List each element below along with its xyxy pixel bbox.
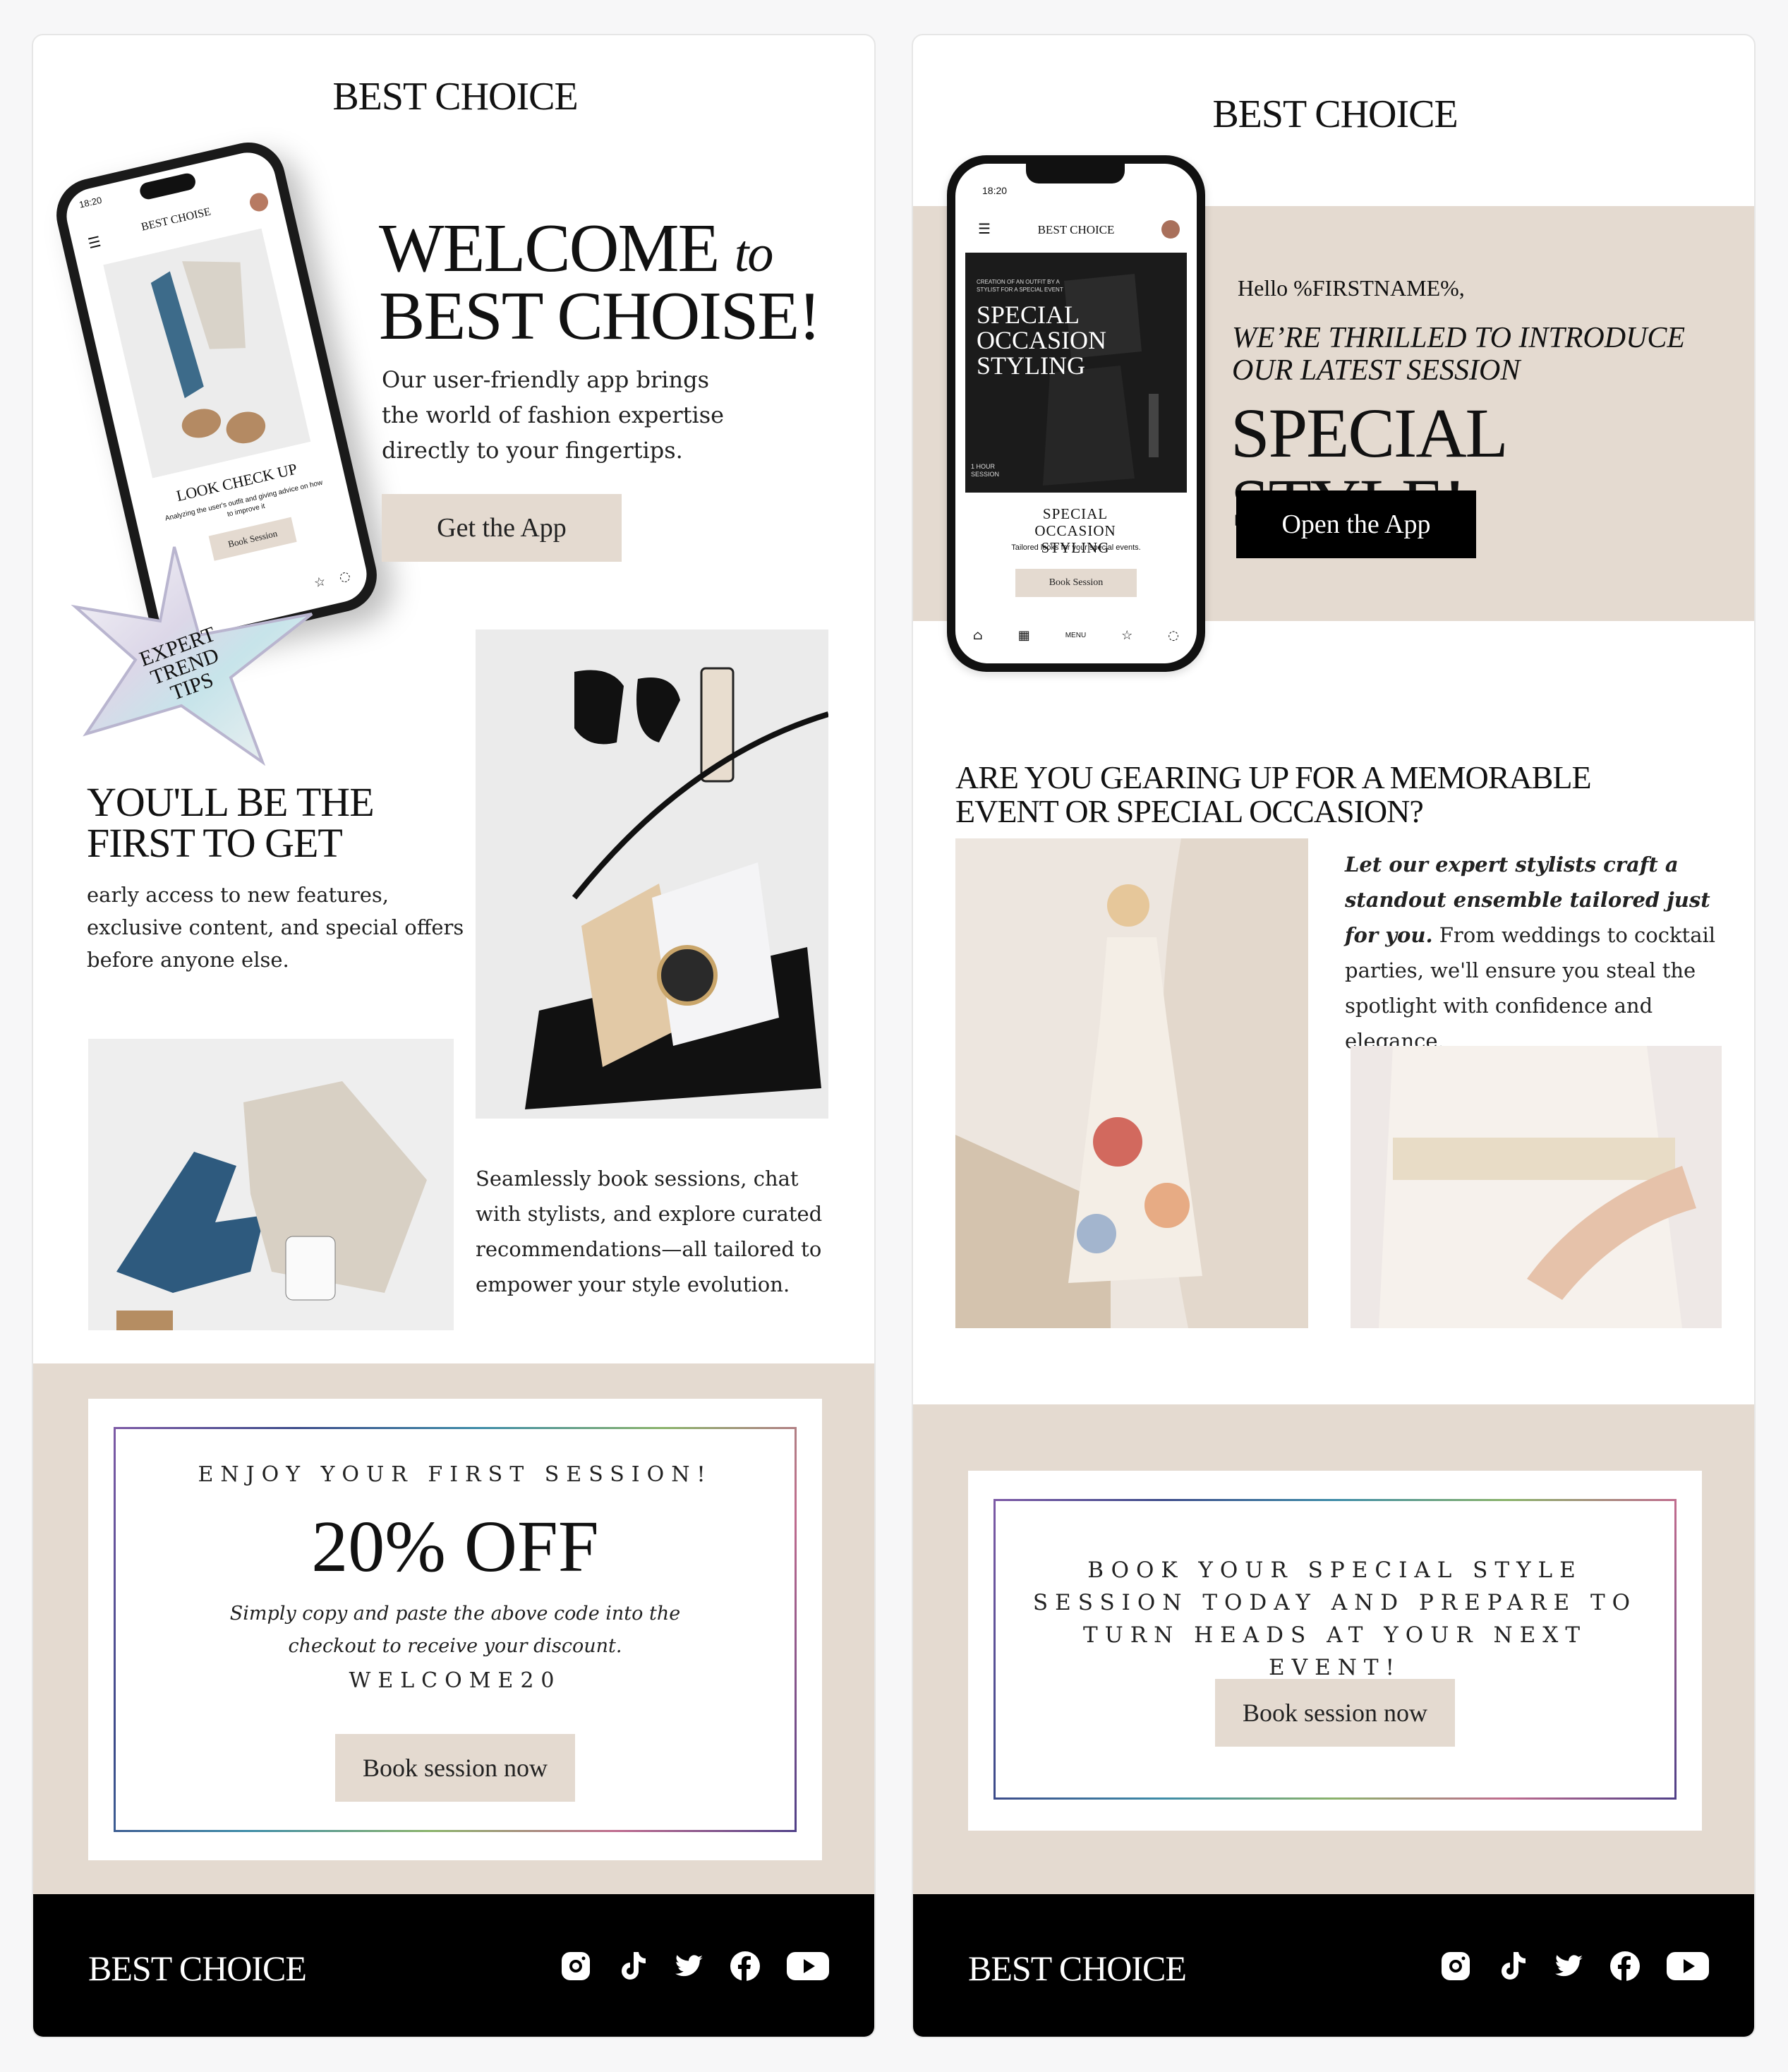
phone-time: 18:20 xyxy=(78,194,103,210)
social-links xyxy=(559,1949,831,1983)
hero-title-line2: BEST CHOISE! xyxy=(379,278,821,354)
special-style-email: BEST CHOICE 18:20 ☰ BEST CHOICE CREATION… xyxy=(912,34,1756,2038)
footer: BEST CHOICE xyxy=(913,1894,1754,2037)
hero-intro: WE’RE THRILLED TO INTRODUCE OUR LATEST S… xyxy=(1232,322,1686,387)
user-icon[interactable]: ◌ xyxy=(1168,628,1179,643)
seamless-body: Seamlessly book sessions, chat with styl… xyxy=(476,1167,823,1296)
card-subtitle: Tailored looks for your special events. xyxy=(1011,543,1141,552)
welcome-email: BEST CHOICE 18:20 ☰ BEST CHOISE LOOK CHE… xyxy=(32,34,876,2038)
footer-brand: BEST CHOICE xyxy=(968,1948,1187,1988)
grid-icon[interactable]: ▦ xyxy=(1018,628,1030,643)
promo-code[interactable]: WELCOME20 xyxy=(88,1668,822,1693)
promo-note: Simply copy and paste the above code int… xyxy=(229,1603,681,1657)
styling-photo: CREATION OF AN OUTFIT BY A STYLIST FOR A… xyxy=(965,253,1187,493)
greeting: Hello %FIRSTNAME%, xyxy=(1238,275,1465,301)
handbag-flatlay-photo xyxy=(476,630,828,1119)
phone-bottom-nav: ⌂ ▦ MENU ☆ ◌ xyxy=(955,628,1197,643)
hero-title-line1: WELCOME xyxy=(379,210,720,287)
photo-title: SPECIAL OCCASION STYLING xyxy=(977,301,1107,380)
hero-body: Our user-friendly app brings the world o… xyxy=(382,366,725,464)
promo-card: BOOK YOUR SPECIAL STYLE SESSION TODAY AN… xyxy=(968,1471,1702,1831)
phone-book-button[interactable]: Book Session xyxy=(1015,569,1137,597)
tiktok-icon[interactable] xyxy=(615,1949,649,1983)
twitter-icon[interactable] xyxy=(1552,1949,1585,1983)
phone-time: 18:20 xyxy=(982,185,1008,196)
facebook-icon[interactable] xyxy=(728,1949,762,1983)
outfit-photo xyxy=(103,228,311,478)
brand-logo: BEST CHOICE xyxy=(332,75,578,119)
photo-caption: CREATION OF AN OUTFIT BY A STYLIST FOR A… xyxy=(977,279,1063,293)
hero-title-to: to xyxy=(734,225,774,283)
lace-dress-photo xyxy=(1351,1046,1722,1328)
footer-brand: BEST CHOICE xyxy=(88,1948,307,1988)
nav-menu[interactable]: MENU xyxy=(1065,632,1086,639)
youtube-icon[interactable] xyxy=(1665,1949,1711,1983)
instagram-icon[interactable] xyxy=(559,1949,593,1983)
get-app-button[interactable]: Get the App xyxy=(382,494,622,562)
twitter-icon[interactable] xyxy=(672,1949,706,1983)
photo-session: 1 HOUR SESSION xyxy=(971,463,1000,478)
promo-kicker: ENJOY YOUR FIRST SESSION! xyxy=(198,1462,713,1487)
home-icon[interactable]: ⌂ xyxy=(973,628,983,643)
book-session-button[interactable]: Book session now xyxy=(1215,1679,1455,1747)
first-to-get-body: early access to new features, exclusive … xyxy=(87,883,464,972)
promo-card: ENJOY YOUR FIRST SESSION! 20% OFF Simply… xyxy=(88,1399,822,1860)
facebook-icon[interactable] xyxy=(1608,1949,1642,1983)
open-app-button[interactable]: Open the App xyxy=(1236,490,1476,558)
avatar[interactable] xyxy=(1161,220,1180,239)
footer: BEST CHOICE xyxy=(33,1894,874,2037)
promo-headline: 20% OFF xyxy=(311,1506,599,1587)
book-session-button[interactable]: Book session now xyxy=(335,1734,575,1802)
youtube-icon[interactable] xyxy=(785,1949,831,1983)
phone-mockup: 18:20 ☰ BEST CHOICE CREATION OF AN OUTFI… xyxy=(947,155,1205,672)
instagram-icon[interactable] xyxy=(1439,1949,1473,1983)
stylist-copy: Let our expert stylists craft a standout… xyxy=(1345,847,1740,1059)
brand-logo: BEST CHOICE xyxy=(1212,92,1458,136)
promo-text: BOOK YOUR SPECIAL STYLE SESSION TODAY AN… xyxy=(1032,1558,1638,1680)
phone-brand: BEST CHOICE xyxy=(1037,223,1115,236)
social-links xyxy=(1439,1949,1711,1983)
expert-tips-sticker: EXPERT TREND TIPS xyxy=(51,529,347,783)
star-icon[interactable]: ☆ xyxy=(1121,628,1132,643)
question-heading: ARE YOU GEARING UP FOR A MEMORABLE EVENT… xyxy=(955,759,1592,829)
first-to-get-title: YOU'LL BE THE FIRST TO GET xyxy=(87,779,375,866)
tiktok-icon[interactable] xyxy=(1495,1949,1529,1983)
dress-stairs-photo xyxy=(955,838,1308,1328)
hero-title: WELCOME to BEST CHOISE! xyxy=(379,214,821,351)
jeans-sweater-photo xyxy=(88,1039,454,1330)
